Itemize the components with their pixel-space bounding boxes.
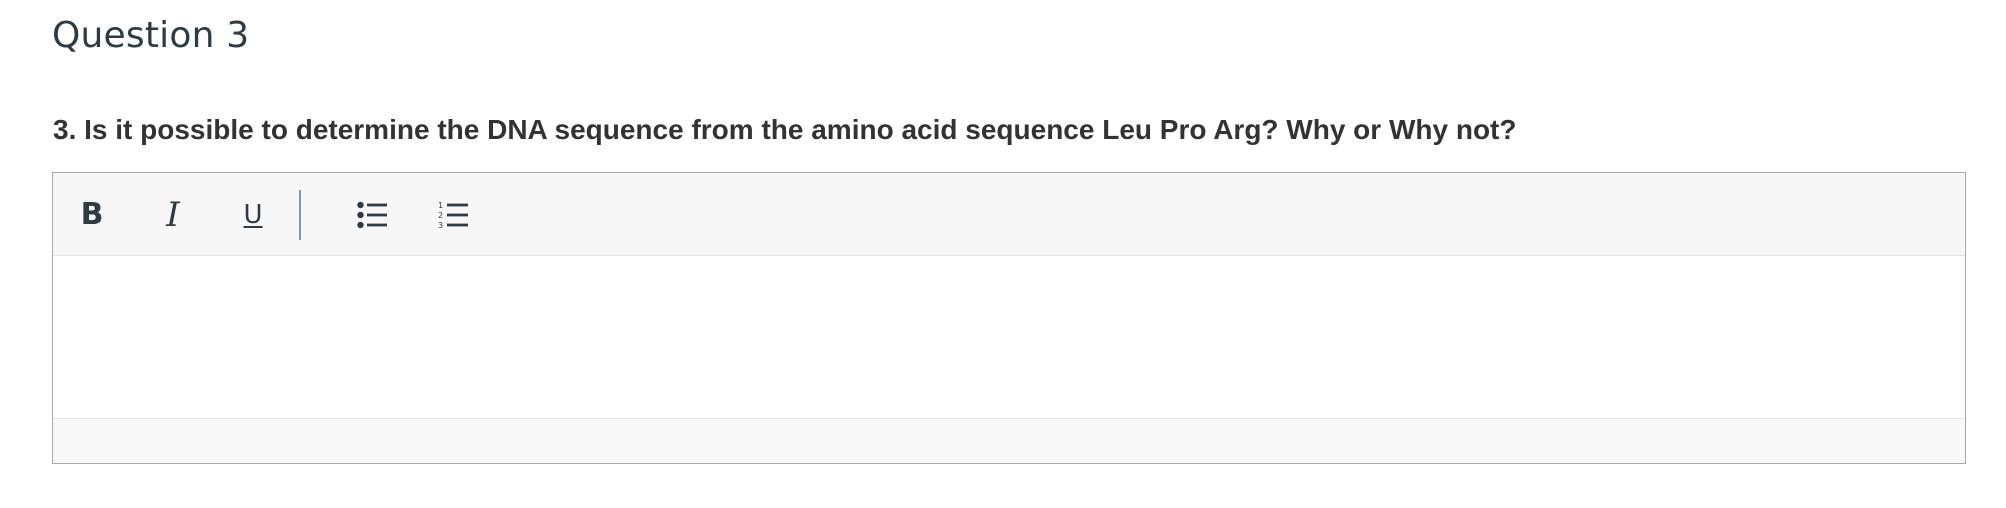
- italic-icon: I: [166, 195, 180, 235]
- rich-text-editor: B I U 1 2 3: [52, 172, 1966, 464]
- bullet-list-icon: [357, 201, 387, 229]
- svg-text:2: 2: [438, 211, 443, 220]
- bold-icon: B: [80, 197, 104, 232]
- editor-toolbar: B I U 1 2 3: [53, 173, 1965, 256]
- answer-text-area[interactable]: [53, 256, 1965, 419]
- bullet-list-button[interactable]: [346, 189, 398, 241]
- svg-text:3: 3: [438, 221, 443, 230]
- svg-text:1: 1: [438, 201, 443, 210]
- toolbar-divider: [299, 190, 301, 240]
- underline-icon: U: [243, 200, 263, 230]
- underline-button[interactable]: U: [227, 189, 279, 241]
- numbered-list-button[interactable]: 1 2 3: [427, 189, 479, 241]
- italic-button[interactable]: I: [147, 189, 199, 241]
- bold-button[interactable]: B: [66, 189, 118, 241]
- question-title: Question 3: [52, 15, 250, 56]
- editor-status-bar: [53, 419, 1965, 463]
- question-text: 3. Is it possible to determine the DNA s…: [53, 114, 1517, 145]
- numbered-list-icon: 1 2 3: [438, 201, 468, 230]
